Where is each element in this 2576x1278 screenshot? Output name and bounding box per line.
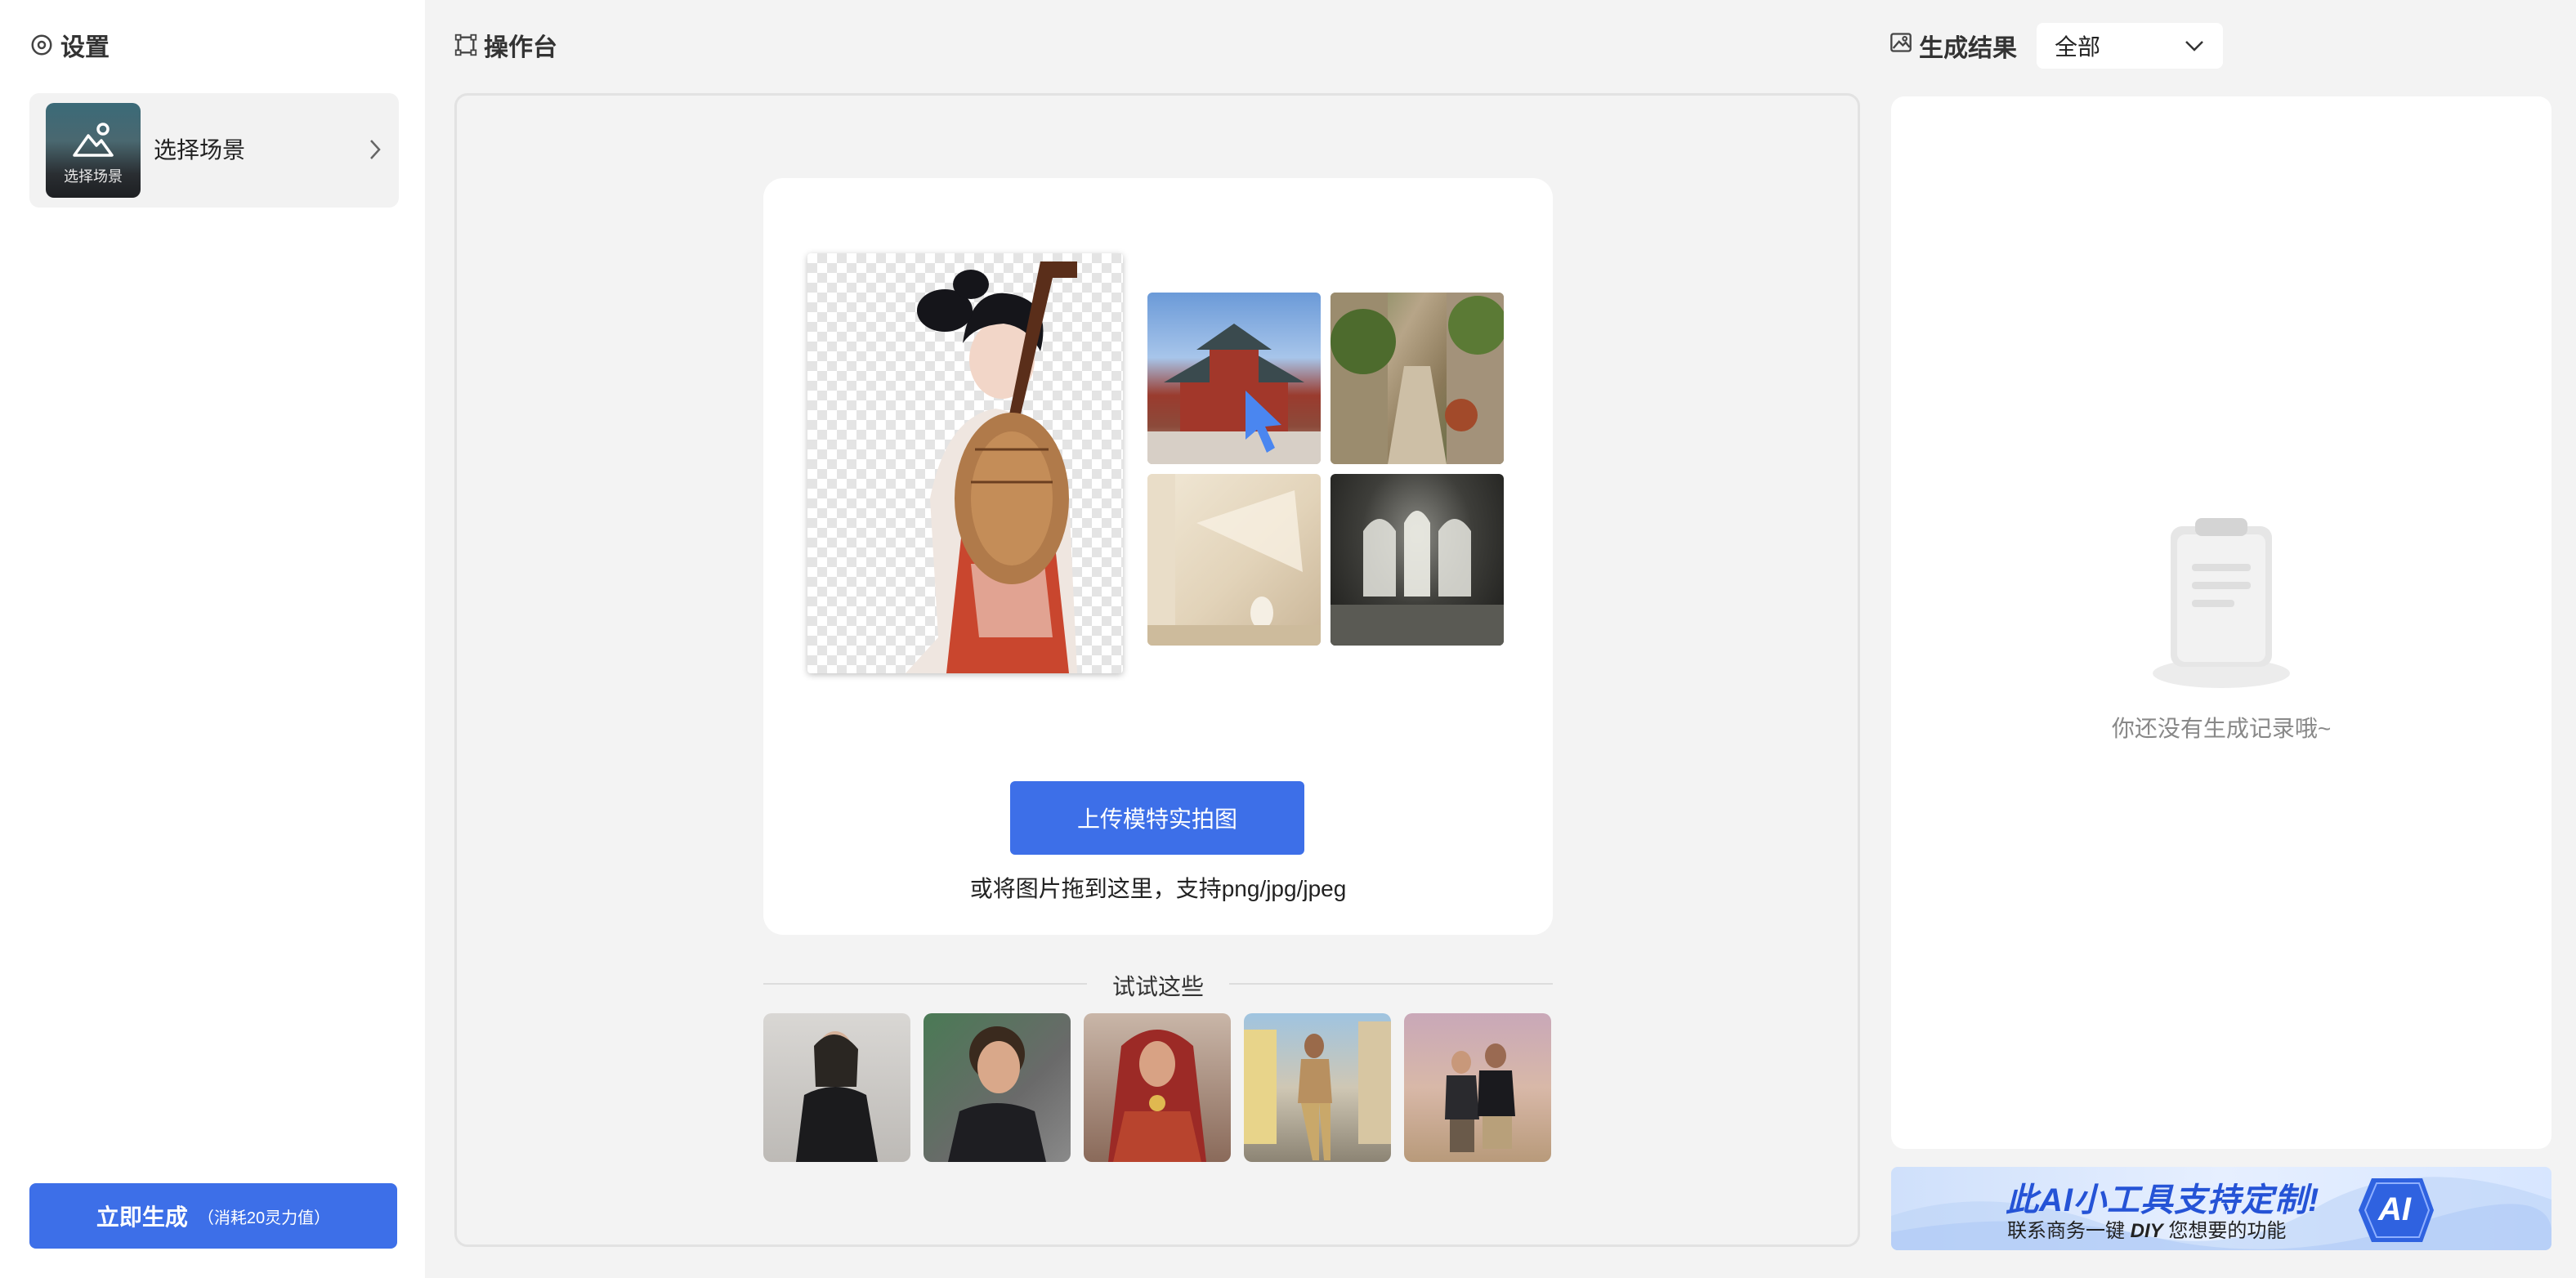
upload-hint: 或将图片拖到这里，支持png/jpg/jpeg [969,876,1347,901]
demo-scene-street [1330,293,1504,464]
image-gallery-icon [1890,31,1912,60]
banner-subtitle: 联系商务一键 DIY 您想要的功能 [2007,1214,2286,1243]
customization-banner[interactable]: 此AI小工具支持定制! 联系商务一键 DIY 您想要的功能 AI [1891,1167,2551,1250]
results-filter-select[interactable]: 全部 [2037,23,2223,69]
scene-select-label: 选择场景 [154,137,246,163]
results-header: 生成结果 [1890,23,2017,69]
banner-sub-after: 您想要的功能 [2162,1220,2287,1242]
results-panel: 你还没有生成记录哦~ [1891,96,2551,1149]
demo-scene-hall [1330,474,1504,646]
sample-man-street[interactable] [1244,1013,1391,1162]
sample-couple-desert[interactable] [1404,1013,1551,1162]
settings-header: 设置 [29,25,110,65]
demo-scene-palace [1147,293,1321,464]
sample-bride-red-dress[interactable] [1084,1013,1231,1162]
chevron-down-icon [2185,41,2203,51]
banner-sub-before: 联系商务一键 [2007,1220,2131,1242]
divider-line-right [1229,983,1553,985]
settings-title: 设置 [60,34,110,61]
upload-model-photo-button[interactable]: 上传模特实拍图 [1010,781,1304,855]
try-these-divider: 试试这些 [763,969,1553,999]
results-title: 生成结果 [1919,35,2017,62]
chevron-right-icon [370,140,381,159]
demo-model-photo [807,253,1123,673]
crop-frame-icon [454,34,477,56]
mountain-image-icon [73,123,114,157]
scene-thumb-caption: 选择场景 [64,168,123,185]
demo-scene-room [1147,474,1321,646]
settings-panel: 设置 选择场景 选择场景 立即生成 （消耗20灵力值） [0,0,425,1278]
sample-woman-black-turtleneck[interactable] [763,1013,910,1162]
workspace-header: 操作台 [454,25,557,65]
generate-button[interactable]: 立即生成 （消耗20灵力值） [29,1183,397,1249]
workspace-title: 操作台 [484,34,557,61]
upload-dropzone[interactable]: 上传模特实拍图 或将图片拖到这里，支持png/jpg/jpeg [763,178,1553,935]
results-filter-value: 全部 [2055,34,2101,60]
banner-sub-bold: DIY [2130,1220,2163,1242]
scene-thumbnail: 选择场景 [46,103,141,198]
generate-label: 立即生成 [96,1204,188,1230]
try-these-title: 试试这些 [1111,974,1204,999]
ai-badge-icon: AI [2354,1175,2435,1245]
scene-select-card[interactable]: 选择场景 选择场景 [29,93,399,208]
empty-clipboard-icon [2153,518,2290,688]
settings-icon [29,33,54,57]
sample-woman-curly-hair[interactable] [924,1013,1071,1162]
ai-badge-text: AI [2378,1191,2411,1227]
generate-cost: （消耗20灵力值） [197,1209,331,1227]
empty-state-text: 你还没有生成记录哦~ [2111,716,2332,741]
